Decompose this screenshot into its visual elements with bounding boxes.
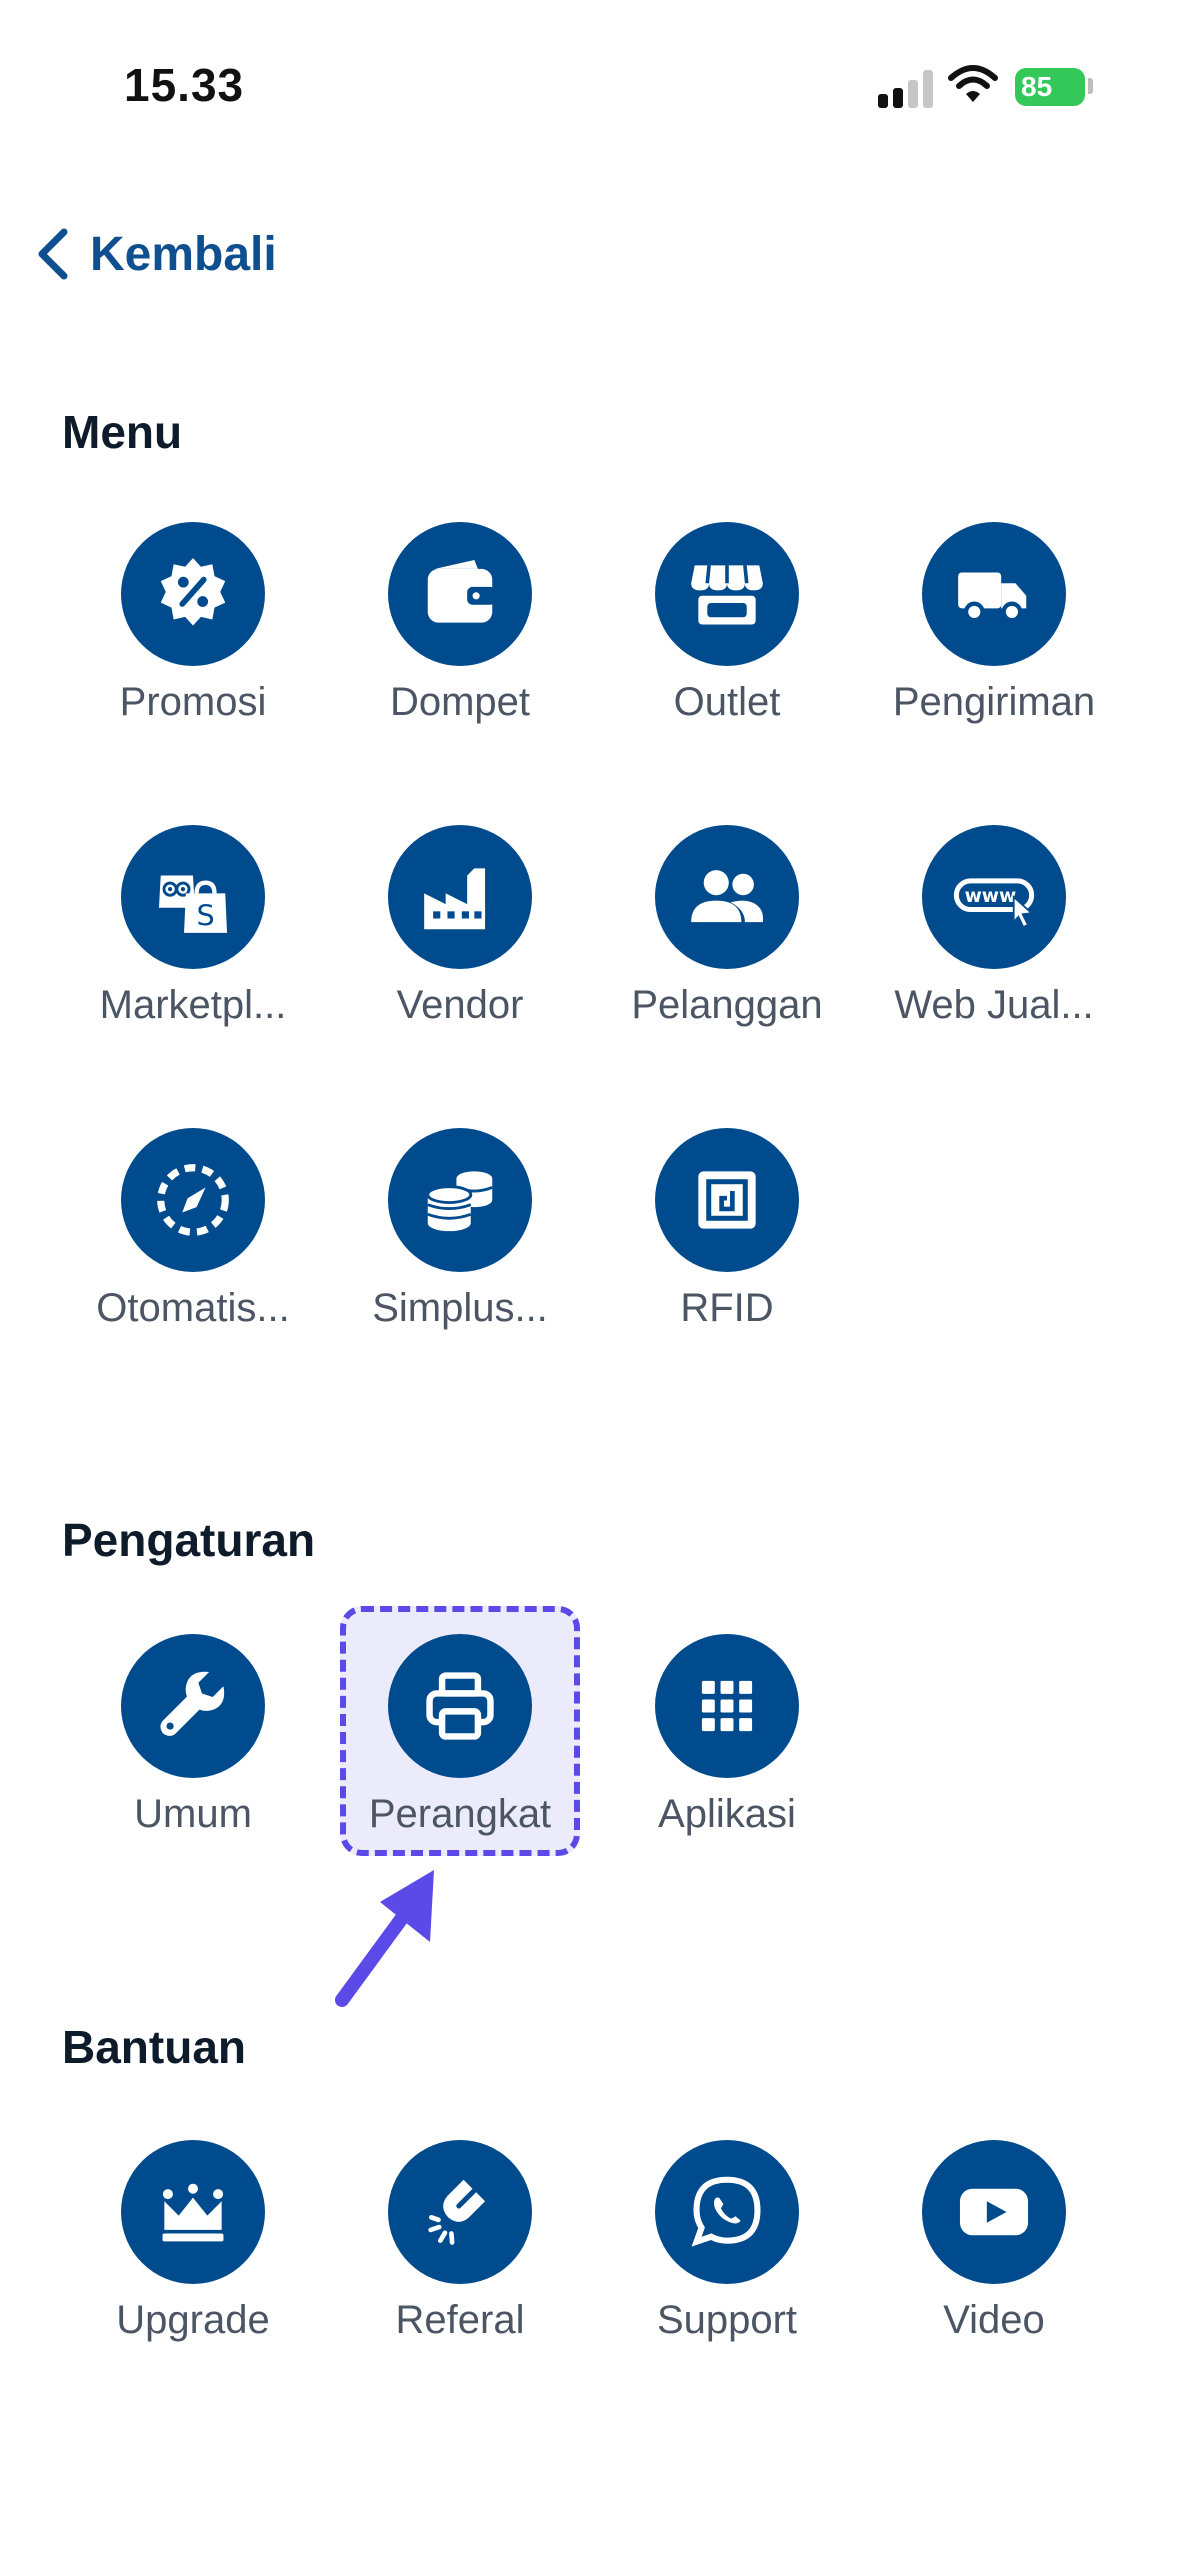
menu-item-pengiriman[interactable]: Pengiriman: [861, 522, 1127, 752]
discount-badge-icon: [160, 558, 226, 626]
menu-item-label: Otomatis...: [96, 1286, 290, 1330]
menu-item-rfid[interactable]: RFID: [594, 1128, 860, 1358]
menu-item-web-jualan[interactable]: www Web Jual...: [861, 825, 1127, 1055]
settings-item-label: Perangkat: [368, 1792, 552, 1836]
factory-icon: [424, 868, 486, 930]
settings-item-umum[interactable]: Umum: [60, 1634, 326, 1864]
chevron-left-icon: [38, 228, 68, 280]
battery-tip: [1088, 78, 1093, 94]
status-time: 15.33: [124, 59, 245, 111]
help-item-support[interactable]: Support: [594, 2140, 860, 2370]
svg-text:S: S: [196, 899, 214, 933]
coins-icon: [426, 1171, 493, 1232]
section-title-bantuan: Bantuan: [62, 2021, 246, 2073]
settings-item-aplikasi[interactable]: Aplikasi: [594, 1634, 860, 1864]
menu-item-label: Marketpl...: [99, 983, 287, 1027]
menu-item-label: Simplus...: [372, 1286, 548, 1330]
settings-item-perangkat[interactable]: Perangkat: [327, 1634, 593, 1864]
cellular-signal-icon: [878, 68, 936, 108]
customers-icon: [691, 870, 764, 923]
section-title-pengaturan: Pengaturan: [62, 1514, 316, 1566]
web-icon: www: [953, 878, 1035, 929]
crown-icon: [162, 2183, 224, 2242]
help-item-upgrade[interactable]: Upgrade: [60, 2140, 326, 2370]
menu-item-label: Promosi: [119, 680, 267, 724]
help-item-label: Video: [943, 2298, 1045, 2342]
menu-item-label: Outlet: [673, 680, 781, 724]
youtube-icon: [959, 2188, 1029, 2236]
help-item-label: Referal: [395, 2298, 525, 2342]
menu-item-label: Dompet: [389, 680, 531, 724]
automation-icon: [157, 1164, 229, 1236]
menu-item-label: Vendor: [396, 983, 524, 1027]
menu-item-vendor[interactable]: Vendor: [327, 825, 593, 1055]
help-item-video[interactable]: Video: [861, 2140, 1127, 2370]
menu-item-label: RFID: [680, 1286, 774, 1330]
menu-item-label: Pengiriman: [892, 680, 1096, 724]
menu-item-marketplace[interactable]: S Marketpl...: [60, 825, 326, 1055]
menu-item-label: Pelanggan: [631, 983, 823, 1027]
menu-item-dompet[interactable]: Dompet: [327, 522, 593, 752]
magnet-icon: [428, 2179, 486, 2245]
settings-item-label: Aplikasi: [658, 1792, 796, 1836]
menu-item-outlet[interactable]: Outlet: [594, 522, 860, 752]
store-icon: [691, 565, 763, 625]
menu-item-simplus[interactable]: Simplus...: [327, 1128, 593, 1358]
help-item-label: Upgrade: [116, 2298, 270, 2342]
wallet-icon: [427, 559, 496, 623]
menu-item-promosi[interactable]: Promosi: [60, 522, 326, 752]
menu-item-pelanggan[interactable]: Pelanggan: [594, 825, 860, 1055]
svg-text:www: www: [965, 886, 1017, 907]
battery-icon: 85: [1015, 68, 1085, 106]
wifi-icon: [948, 65, 998, 102]
whatsapp-icon: [691, 2176, 761, 2247]
help-item-referal[interactable]: Referal: [327, 2140, 593, 2370]
help-item-label: Support: [656, 2298, 798, 2342]
pointer-arrow-icon: [335, 1870, 434, 2007]
grid-icon: [701, 1680, 753, 1732]
marketplace-icon: S: [158, 875, 228, 933]
printer-icon: [426, 1672, 494, 1740]
battery-level: 85: [1021, 71, 1053, 102]
menu-item-otomatisasi[interactable]: Otomatis...: [60, 1128, 326, 1358]
truck-icon: [958, 572, 1027, 623]
settings-item-label: Umum: [134, 1792, 252, 1836]
menu-item-label: Web Jual...: [894, 983, 1094, 1027]
back-button[interactable]: Kembali: [34, 222, 277, 286]
section-title-menu: Menu: [62, 406, 183, 458]
wrench-icon: [160, 1671, 225, 1736]
back-label: Kembali: [90, 227, 277, 281]
rfid-icon: [698, 1171, 756, 1229]
